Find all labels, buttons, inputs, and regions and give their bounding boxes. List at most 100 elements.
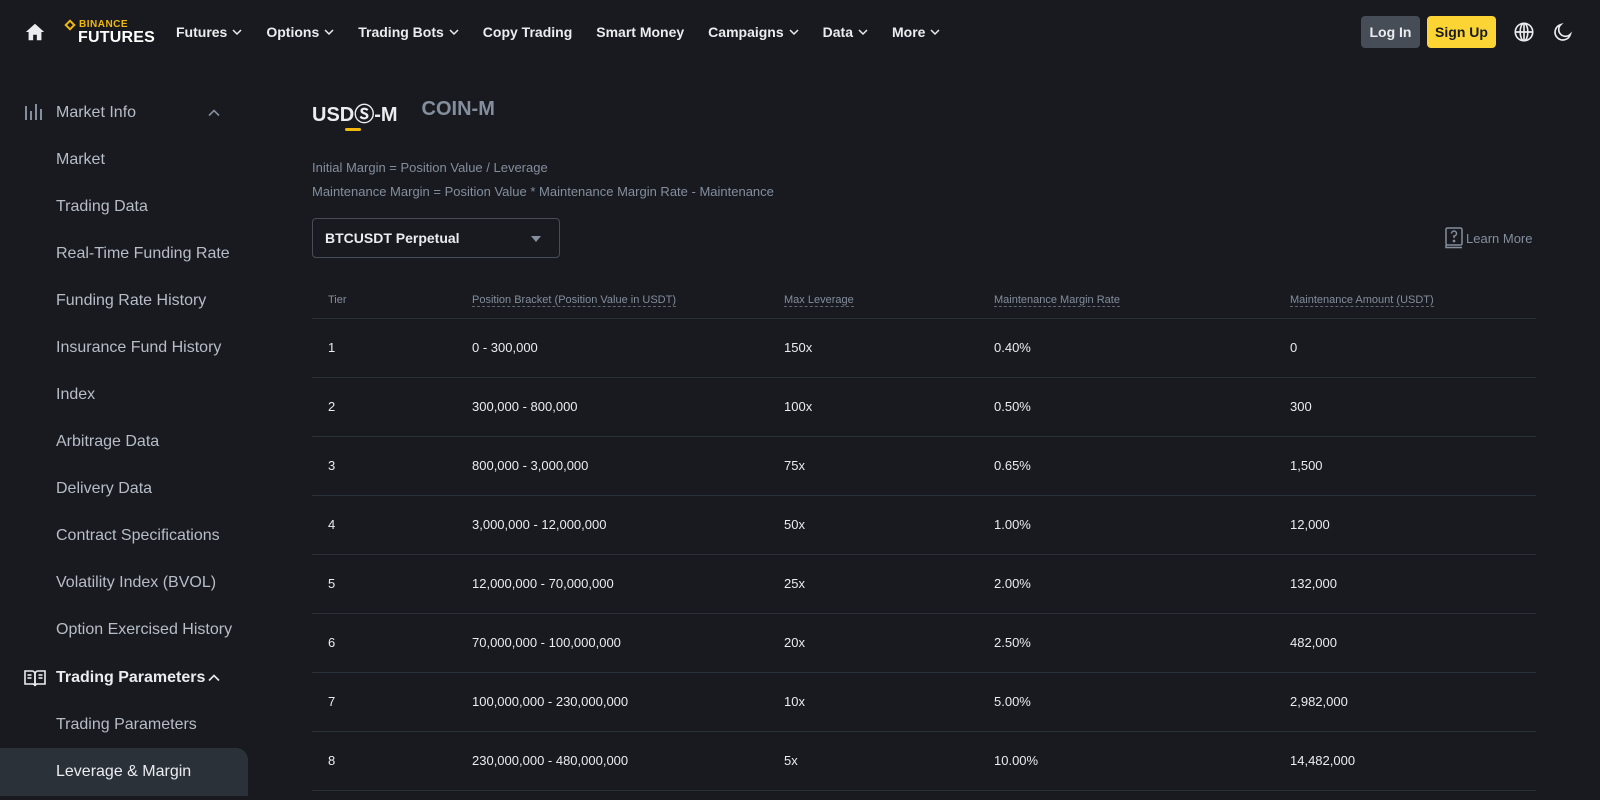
sidebar-item-real-time-funding-rate[interactable]: Real-Time Funding Rate [0,230,248,278]
top-navigation: BINANCE FUTURES Futures Options Trading Bo… [0,0,1600,64]
nav-item-label: Options [266,24,320,40]
cell-maintenance-margin-rate: 5.00% [994,672,1290,732]
nav-item-data[interactable]: Data [823,24,868,40]
cell-maintenance-margin-rate: 2.00% [994,554,1290,614]
header-maintenance-amount-label: Maintenance Amount (USDT) [1290,293,1434,307]
nav-item-label: Data [822,24,853,40]
chevron-down-icon [232,29,242,36]
cell-maintenance-margin-rate: 0.65% [994,436,1290,496]
header-tier: Tier [312,282,472,319]
table-row: 10 - 300,000 150x 0.40% 0 [312,318,1536,378]
globe-icon[interactable] [1513,21,1535,43]
header-max-leverage-label: Max Leverage [784,293,854,307]
margin-type-tabs: USDⓈ-M COIN-M [312,98,519,131]
nav-item-copy-trading[interactable]: Copy Trading [483,24,572,40]
sidebar-item-insurance-fund-history[interactable]: Insurance Fund History [0,324,248,372]
nav-item-label: Futures [176,24,228,40]
cell-maintenance-amount: 2,982,000 [1290,672,1536,732]
cell-maintenance-margin-rate: 0.40% [994,318,1290,378]
nav-item-campaigns[interactable]: Campaigns [708,24,799,40]
nav-item-label: More [892,24,926,40]
cell-tier: 2 [312,377,472,437]
learn-more-label: Learn More [1466,230,1533,246]
cell-maintenance-amount: 300 [1290,377,1536,437]
chevron-down-icon [449,29,459,36]
sidebar-item-market[interactable]: Market [0,136,248,184]
cell-max-leverage: 100x [784,377,994,437]
sidebar-item-volatility-index-bvol[interactable]: Volatility Index (BVOL) [0,559,248,607]
initial-margin-formula: Initial Margin = Position Value / Levera… [312,160,548,175]
cell-max-leverage: 25x [784,554,994,614]
header-position-bracket-label: Position Bracket (Position Value in USDT… [472,293,676,307]
header-maintenance-amount[interactable]: Maintenance Amount (USDT) [1290,282,1536,319]
sidebar-item-option-exercised-history[interactable]: Option Exercised History [0,606,248,654]
binance-futures-logo[interactable]: BINANCE FUTURES [64,18,158,47]
cell-tier: 6 [312,613,472,673]
cell-tier: 4 [312,495,472,555]
home-icon[interactable] [24,21,46,43]
cell-position-bracket: 100,000,000 - 230,000,000 [472,672,784,732]
cell-maintenance-amount: 0 [1290,318,1536,378]
cell-maintenance-amount: 132,000 [1290,554,1536,614]
sidebar-item-arbitrage-data[interactable]: Arbitrage Data [0,418,248,466]
sidebar: Market Info Market Trading Data Real-Time … [0,88,248,800]
signup-button[interactable]: Sign Up [1427,16,1496,48]
table-row: 4 3,000,000 - 12,000,000 50x 1.00% 12,000 [312,495,1536,555]
sidebar-item-trading-data[interactable]: Trading Data [0,183,248,231]
nav-item-more[interactable]: More [892,24,940,40]
sidebar-item-leverage-margin[interactable]: Leverage & Margin [0,748,248,796]
sidebar-item-delivery-data[interactable]: Delivery Data [0,465,248,513]
nav-item-trading-bots[interactable]: Trading Bots [358,24,459,40]
table-row: 8 230,000,000 - 480,000,000 5x 10.00% 14,482… [312,731,1536,791]
table-row: 7 100,000,000 - 230,000,000 10x 5.00% 2,982,… [312,672,1536,732]
chevron-up-icon [208,674,220,682]
cell-max-leverage: 20x [784,613,994,673]
cell-max-leverage: 150x [784,318,994,378]
cell-position-bracket: 70,000,000 - 100,000,000 [472,613,784,673]
moon-icon[interactable] [1552,21,1574,43]
chevron-up-icon [208,109,220,117]
header-position-bracket[interactable]: Position Bracket (Position Value in USDT… [472,282,784,319]
chevron-down-icon [789,29,799,36]
table-row: 6 70,000,000 - 100,000,000 20x 2.50% 482,000 [312,613,1536,673]
nav-item-options[interactable]: Options [266,24,334,40]
chevron-down-icon [858,29,868,36]
login-button[interactable]: Log In [1361,16,1420,48]
cell-position-bracket: 800,000 - 3,000,000 [472,436,784,496]
cell-max-leverage: 10x [784,672,994,732]
sidebar-item-index[interactable]: Index [0,371,248,419]
cell-max-leverage: 50x [784,495,994,555]
cell-maintenance-amount: 12,000 [1290,495,1536,555]
cell-position-bracket: 12,000,000 - 70,000,000 [472,554,784,614]
table-row: 3 800,000 - 3,000,000 75x 0.65% 1,500 [312,436,1536,496]
sidebar-section-market-info[interactable]: Market Info [0,89,248,137]
cell-position-bracket: 230,000,000 - 480,000,000 [472,731,784,791]
nav-item-label: Campaigns [708,24,784,40]
cell-maintenance-margin-rate: 10.00% [994,731,1290,791]
sidebar-item-contract-specifications[interactable]: Contract Specifications [0,512,248,560]
table-row: 5 12,000,000 - 70,000,000 25x 2.00% 132,000 [312,554,1536,614]
symbol-select[interactable]: BTCUSDT Perpetual [312,218,560,258]
header-max-leverage[interactable]: Max Leverage [784,282,994,319]
nav-item-futures[interactable]: Futures [176,24,242,40]
sidebar-section-trading-parameters[interactable]: Trading Parameters [0,654,248,702]
bar-chart-icon [25,104,42,120]
header-maintenance-margin-rate-label: Maintenance Margin Rate [994,293,1120,307]
header-maintenance-margin-rate[interactable]: Maintenance Margin Rate [994,282,1290,319]
cell-maintenance-amount: 482,000 [1290,613,1536,673]
learn-more-link[interactable]: Learn More [1444,227,1532,249]
table-body: 10 - 300,000 150x 0.40% 0 2 300,000 - 800,000… [312,318,1536,791]
sidebar-item-trading-parameters[interactable]: Trading Parameters [0,701,248,749]
symbol-select-value: BTCUSDT Perpetual [325,230,460,246]
sidebar-section-label: Market Info [56,104,137,121]
cell-tier: 7 [312,672,472,732]
nav-item-smart-money[interactable]: Smart Money [596,24,684,40]
chevron-down-icon [324,29,334,36]
tab-coin-m[interactable]: COIN-M [422,98,495,127]
tab-usds-m[interactable]: USDⓈ-M [312,98,398,131]
sidebar-item-funding-rate-history[interactable]: Funding Rate History [0,277,248,325]
cell-position-bracket: 300,000 - 800,000 [472,377,784,437]
table-row: 2 300,000 - 800,000 100x 0.50% 300 [312,377,1536,437]
chevron-down-icon [930,29,940,36]
cell-tier: 1 [312,318,472,378]
